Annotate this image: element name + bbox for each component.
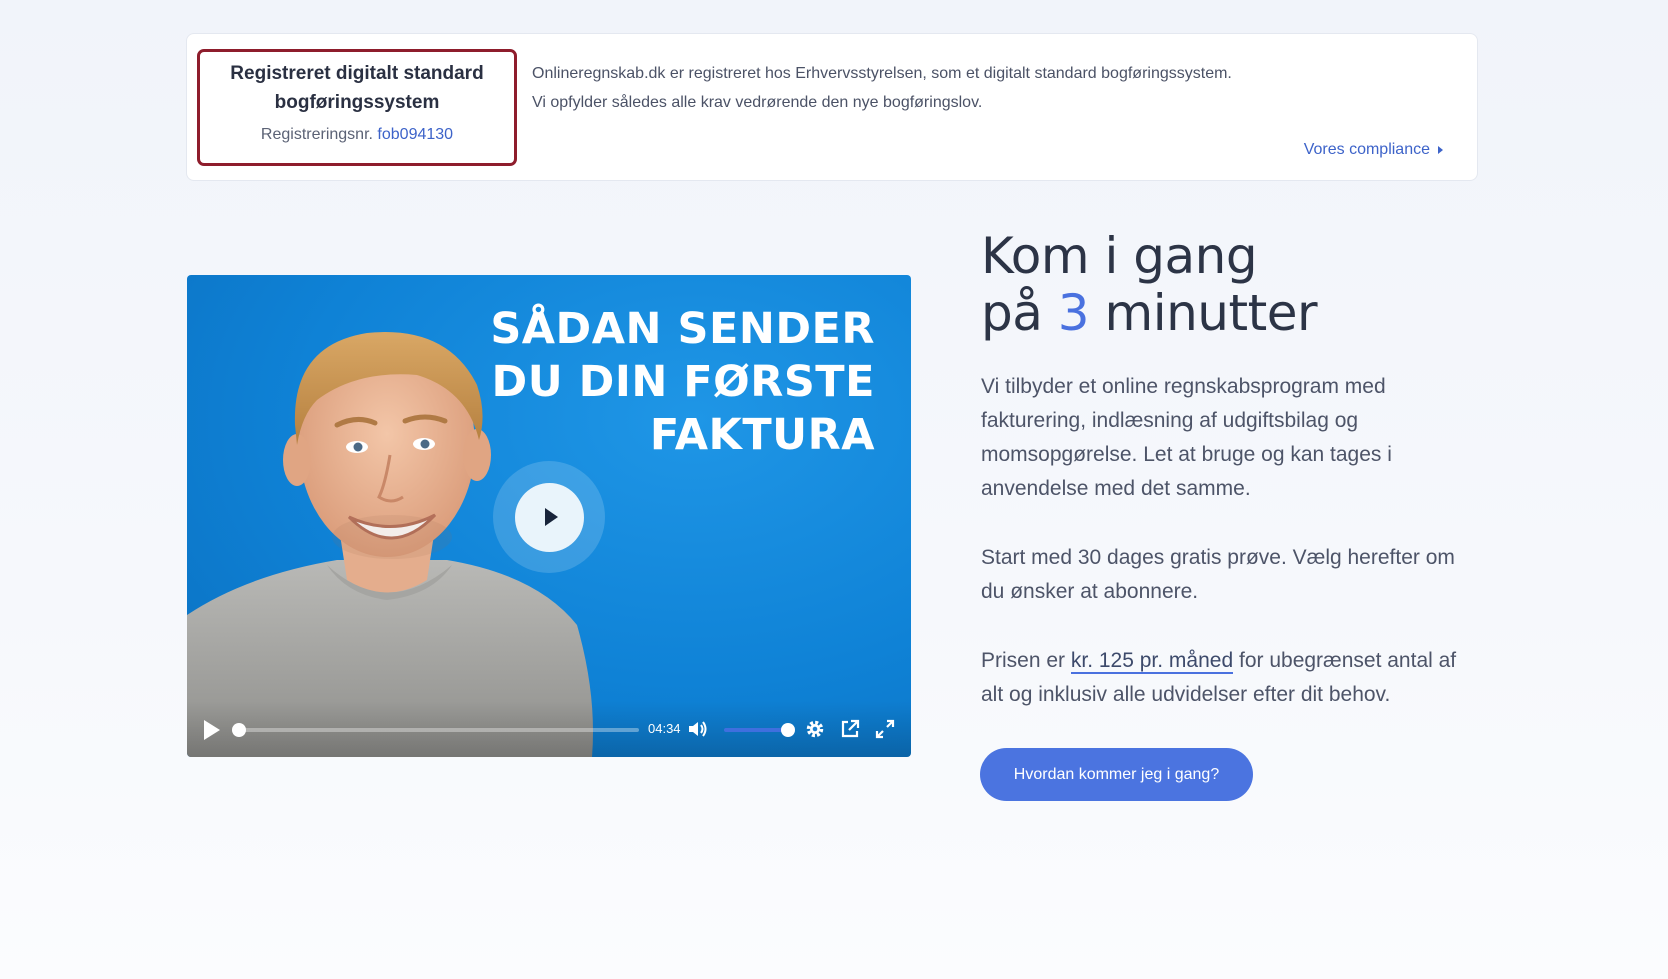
registration-number: fob094130 bbox=[377, 126, 454, 143]
headline-post: minutter bbox=[1104, 284, 1318, 342]
video-title-line-1: SÅDAN SENDER bbox=[490, 304, 875, 354]
video-player[interactable]: SÅDAN SENDER DU DIN FØRSTE FAKTURA 04:34 bbox=[187, 275, 911, 757]
video-controls: 04:34 bbox=[187, 701, 911, 757]
registration-label: Registreringsnr. bbox=[260, 126, 373, 143]
video-title: SÅDAN SENDER DU DIN FØRSTE FAKTURA bbox=[490, 303, 875, 462]
get-started-button[interactable]: Hvordan kommer jeg i gang? bbox=[980, 748, 1253, 801]
price-pre: Prisen er bbox=[981, 649, 1066, 672]
compliance-link-label: Vores compliance bbox=[1303, 141, 1430, 158]
badge-title: Registreret digitalt standard bogførings… bbox=[230, 63, 484, 113]
registration-badge: Registreret digitalt standard bogførings… bbox=[197, 49, 517, 166]
play-icon bbox=[544, 508, 558, 526]
registration-number-line: Registreringsnr. fob094130 bbox=[200, 126, 514, 144]
video-title-line-3: FAKTURA bbox=[649, 410, 875, 460]
price-link[interactable]: kr. 125 pr. måned bbox=[1070, 649, 1234, 674]
compliance-card: Registreret digitalt standard bogførings… bbox=[186, 33, 1478, 181]
intro-paragraph: Vi tilbyder et online regnskabsprogram m… bbox=[981, 375, 1392, 500]
volume-slider[interactable] bbox=[724, 728, 788, 732]
headline-line-2: på 3 minutter bbox=[981, 284, 1318, 342]
hero-headline: Kom i gang på 3 minutter bbox=[981, 227, 1318, 342]
headline-number: 3 bbox=[1057, 284, 1090, 342]
progress-thumb[interactable] bbox=[232, 723, 246, 737]
big-play-button[interactable] bbox=[493, 461, 605, 573]
headline-line-1: Kom i gang bbox=[981, 227, 1258, 285]
compliance-line-2: Vi opfylder således alle krav vedrørende… bbox=[532, 94, 983, 111]
volume-icon[interactable] bbox=[686, 718, 708, 740]
popout-icon[interactable] bbox=[839, 718, 861, 740]
page: Registreret digitalt standard bogførings… bbox=[0, 0, 1668, 979]
compliance-link[interactable]: Vores compliance bbox=[1304, 141, 1443, 159]
video-duration: 04:34 bbox=[648, 721, 681, 736]
fullscreen-icon[interactable] bbox=[874, 718, 896, 740]
trial-paragraph: Start med 30 dages gratis prøve. Vælg he… bbox=[981, 546, 1455, 603]
caret-right-icon bbox=[1438, 146, 1443, 154]
volume-thumb[interactable] bbox=[781, 723, 795, 737]
video-title-line-2: DU DIN FØRSTE bbox=[491, 357, 875, 407]
settings-icon[interactable] bbox=[804, 718, 826, 740]
headline-pre: på bbox=[981, 284, 1043, 342]
price-paragraph: Prisen er kr. 125 pr. måned for ubegræns… bbox=[981, 644, 1481, 712]
big-play-circle bbox=[514, 482, 584, 552]
compliance-description: Onlineregnskab.dk er registreret hos Erh… bbox=[532, 59, 1232, 117]
play-icon[interactable] bbox=[204, 720, 220, 740]
progress-bar[interactable] bbox=[239, 728, 639, 732]
compliance-line-1: Onlineregnskab.dk er registreret hos Erh… bbox=[532, 65, 1232, 82]
